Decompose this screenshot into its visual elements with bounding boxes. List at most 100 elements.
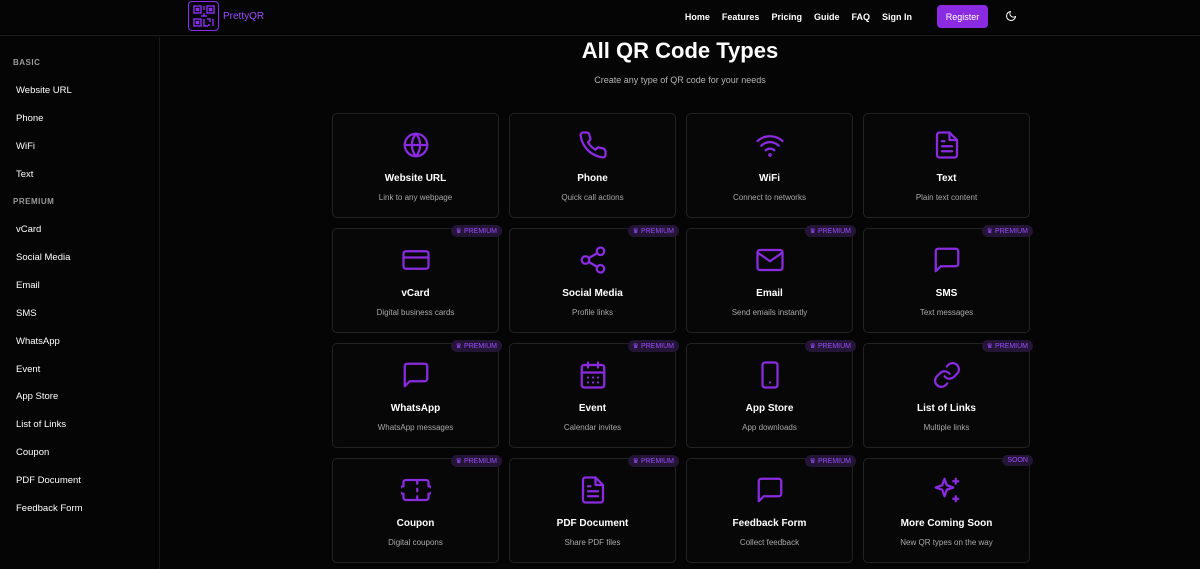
qr-type-card-app-store[interactable]: ♛ PREMIUM App Store App downloads — [686, 340, 856, 448]
premium-badge: ♛ PREMIUM — [627, 340, 679, 352]
qr-type-card-text[interactable]: Text Plain text content — [863, 113, 1030, 218]
sidebar-item-list-of-links[interactable]: List of Links — [16, 419, 66, 430]
sidebar-item-website-url[interactable]: Website URL — [16, 85, 72, 96]
brand-logo[interactable]: PrettyQR — [188, 1, 264, 31]
card-title: Coupon — [396, 518, 435, 529]
mail-icon — [754, 244, 786, 276]
badge-label: PREMIUM — [994, 227, 1028, 235]
qr-type-card-website-url[interactable]: Website URL Link to any webpage — [332, 113, 499, 218]
sidebar-item-wifi[interactable]: WiFi — [16, 141, 35, 152]
card-description: Digital business cards — [376, 308, 455, 317]
premium-badge: ♛ PREMIUM — [804, 455, 856, 467]
card-description: Calendar invites — [563, 423, 622, 432]
document-icon — [577, 474, 609, 506]
card-description: WhatsApp messages — [377, 423, 454, 432]
chat-icon — [400, 359, 432, 391]
qr-type-card-list-of-links[interactable]: ♛ PREMIUM List of Links Multiple links — [863, 340, 1033, 448]
calendar-icon — [577, 359, 609, 391]
moon-icon[interactable] — [1003, 8, 1019, 24]
qr-type-card-more-coming-soon[interactable]: SOON More Coming Soon New QR types on the … — [863, 455, 1033, 563]
card-title: Phone — [577, 173, 608, 184]
nav-link-faq[interactable]: FAQ — [845, 12, 876, 22]
page-subtitle: Create any type of QR code for your need… — [594, 75, 766, 85]
mobile-icon — [754, 359, 786, 391]
badge-label: PREMIUM — [817, 227, 851, 235]
sidebar-item-social-media[interactable]: Social Media — [16, 252, 70, 263]
crown-icon: ♛ — [809, 458, 816, 465]
sidebar-item-event[interactable]: Event — [16, 364, 40, 375]
qr-type-card-sms[interactable]: ♛ PREMIUM SMS Text messages — [863, 225, 1033, 333]
badge-label: PREMIUM — [640, 457, 674, 465]
main-nav: Home Features Pricing Guide FAQ Sign In — [679, 0, 918, 34]
qr-type-card-wifi[interactable]: WiFi Connect to networks — [686, 113, 853, 218]
nav-link-pricing[interactable]: Pricing — [765, 12, 808, 22]
register-button[interactable]: Register — [937, 5, 988, 28]
crown-icon: ♛ — [809, 228, 816, 235]
qr-type-card-pdf-document[interactable]: ♛ PREMIUM PDF Document Share PDF files — [509, 455, 679, 563]
sidebar-item-sms[interactable]: SMS — [16, 308, 37, 319]
card-description: Link to any webpage — [378, 193, 453, 202]
sidebar-heading-premium: PREMIUM — [13, 197, 55, 206]
qr-type-card-whatsapp[interactable]: ♛ PREMIUM WhatsApp WhatsApp messages — [332, 340, 502, 448]
card-description: Plain text content — [915, 193, 978, 202]
premium-badge: ♛ PREMIUM — [450, 455, 502, 467]
document-icon — [931, 129, 963, 161]
sidebar-item-feedback-form[interactable]: Feedback Form — [16, 503, 83, 514]
qr-type-card-email[interactable]: ♛ PREMIUM Email Send emails instantly — [686, 225, 856, 333]
sidebar-item-whatsapp[interactable]: WhatsApp — [16, 336, 60, 347]
card-description: Text messages — [919, 308, 974, 317]
phone-icon — [577, 129, 609, 161]
sidebar: BASIC PREMIUM Website URL Phone WiFi Text vC… — [0, 37, 160, 569]
crown-icon: ♛ — [986, 228, 993, 235]
card-title: Website URL — [384, 173, 447, 184]
qr-type-card-phone[interactable]: Phone Quick call actions — [509, 113, 676, 218]
card-description: Send emails instantly — [731, 308, 808, 317]
premium-badge: ♛ PREMIUM — [804, 340, 856, 352]
badge-label: PREMIUM — [463, 457, 497, 465]
crown-icon: ♛ — [986, 343, 993, 350]
qr-type-card-social-media[interactable]: ♛ PREMIUM Social Media Profile links — [509, 225, 679, 333]
card-title: WiFi — [758, 173, 780, 184]
crown-icon: ♛ — [632, 228, 639, 235]
badge-label: PREMIUM — [817, 457, 851, 465]
crown-icon: ♛ — [632, 458, 639, 465]
sparkles-icon — [931, 474, 963, 506]
sidebar-item-coupon[interactable]: Coupon — [16, 447, 49, 458]
crown-icon: ♛ — [809, 343, 816, 350]
premium-badge: ♛ PREMIUM — [804, 225, 856, 237]
premium-badge: ♛ PREMIUM — [981, 225, 1033, 237]
ticket-icon — [400, 474, 432, 506]
sidebar-item-pdf-document[interactable]: PDF Document — [16, 475, 81, 486]
sidebar-item-phone[interactable]: Phone — [16, 113, 43, 124]
card-description: App downloads — [742, 423, 797, 432]
crown-icon: ♛ — [455, 228, 462, 235]
sidebar-item-app-store[interactable]: App Store — [16, 391, 58, 402]
chat-icon — [931, 244, 963, 276]
nav-link-sign-in[interactable]: Sign In — [876, 12, 918, 22]
brand-name: PrettyQR — [223, 10, 265, 22]
qr-type-card-feedback-form[interactable]: ♛ PREMIUM Feedback Form Collect feedback — [686, 455, 856, 563]
sidebar-item-email[interactable]: Email — [16, 280, 40, 291]
link-icon — [931, 359, 963, 391]
badge-label: PREMIUM — [640, 227, 674, 235]
card-title: PDF Document — [556, 518, 629, 529]
nav-link-home[interactable]: Home — [679, 12, 716, 22]
sidebar-item-text[interactable]: Text — [16, 169, 33, 180]
card-description: Digital coupons — [388, 538, 443, 547]
nav-link-features[interactable]: Features — [716, 12, 766, 22]
card-title: App Store — [745, 403, 794, 414]
chat-icon — [754, 474, 786, 506]
nav-link-guide[interactable]: Guide — [808, 12, 846, 22]
qr-type-card-event[interactable]: ♛ PREMIUM Event Calendar invites — [509, 340, 679, 448]
card-description: Share PDF files — [564, 538, 621, 547]
qr-type-card-coupon[interactable]: ♛ PREMIUM Coupon Digital coupons — [332, 455, 502, 563]
badge-label: SOON — [1007, 457, 1028, 464]
badge-label: PREMIUM — [463, 342, 497, 350]
card-description: New QR types on the way — [900, 538, 993, 547]
card-title: List of Links — [917, 403, 976, 414]
sidebar-item-vcard[interactable]: vCard — [16, 224, 41, 235]
qr-type-card-vcard[interactable]: ♛ PREMIUM vCard Digital business cards — [332, 225, 502, 333]
card-icon — [400, 244, 432, 276]
qr-type-grid: Website URL Link to any webpage Phone Quick… — [332, 113, 1033, 563]
share-icon — [577, 244, 609, 276]
